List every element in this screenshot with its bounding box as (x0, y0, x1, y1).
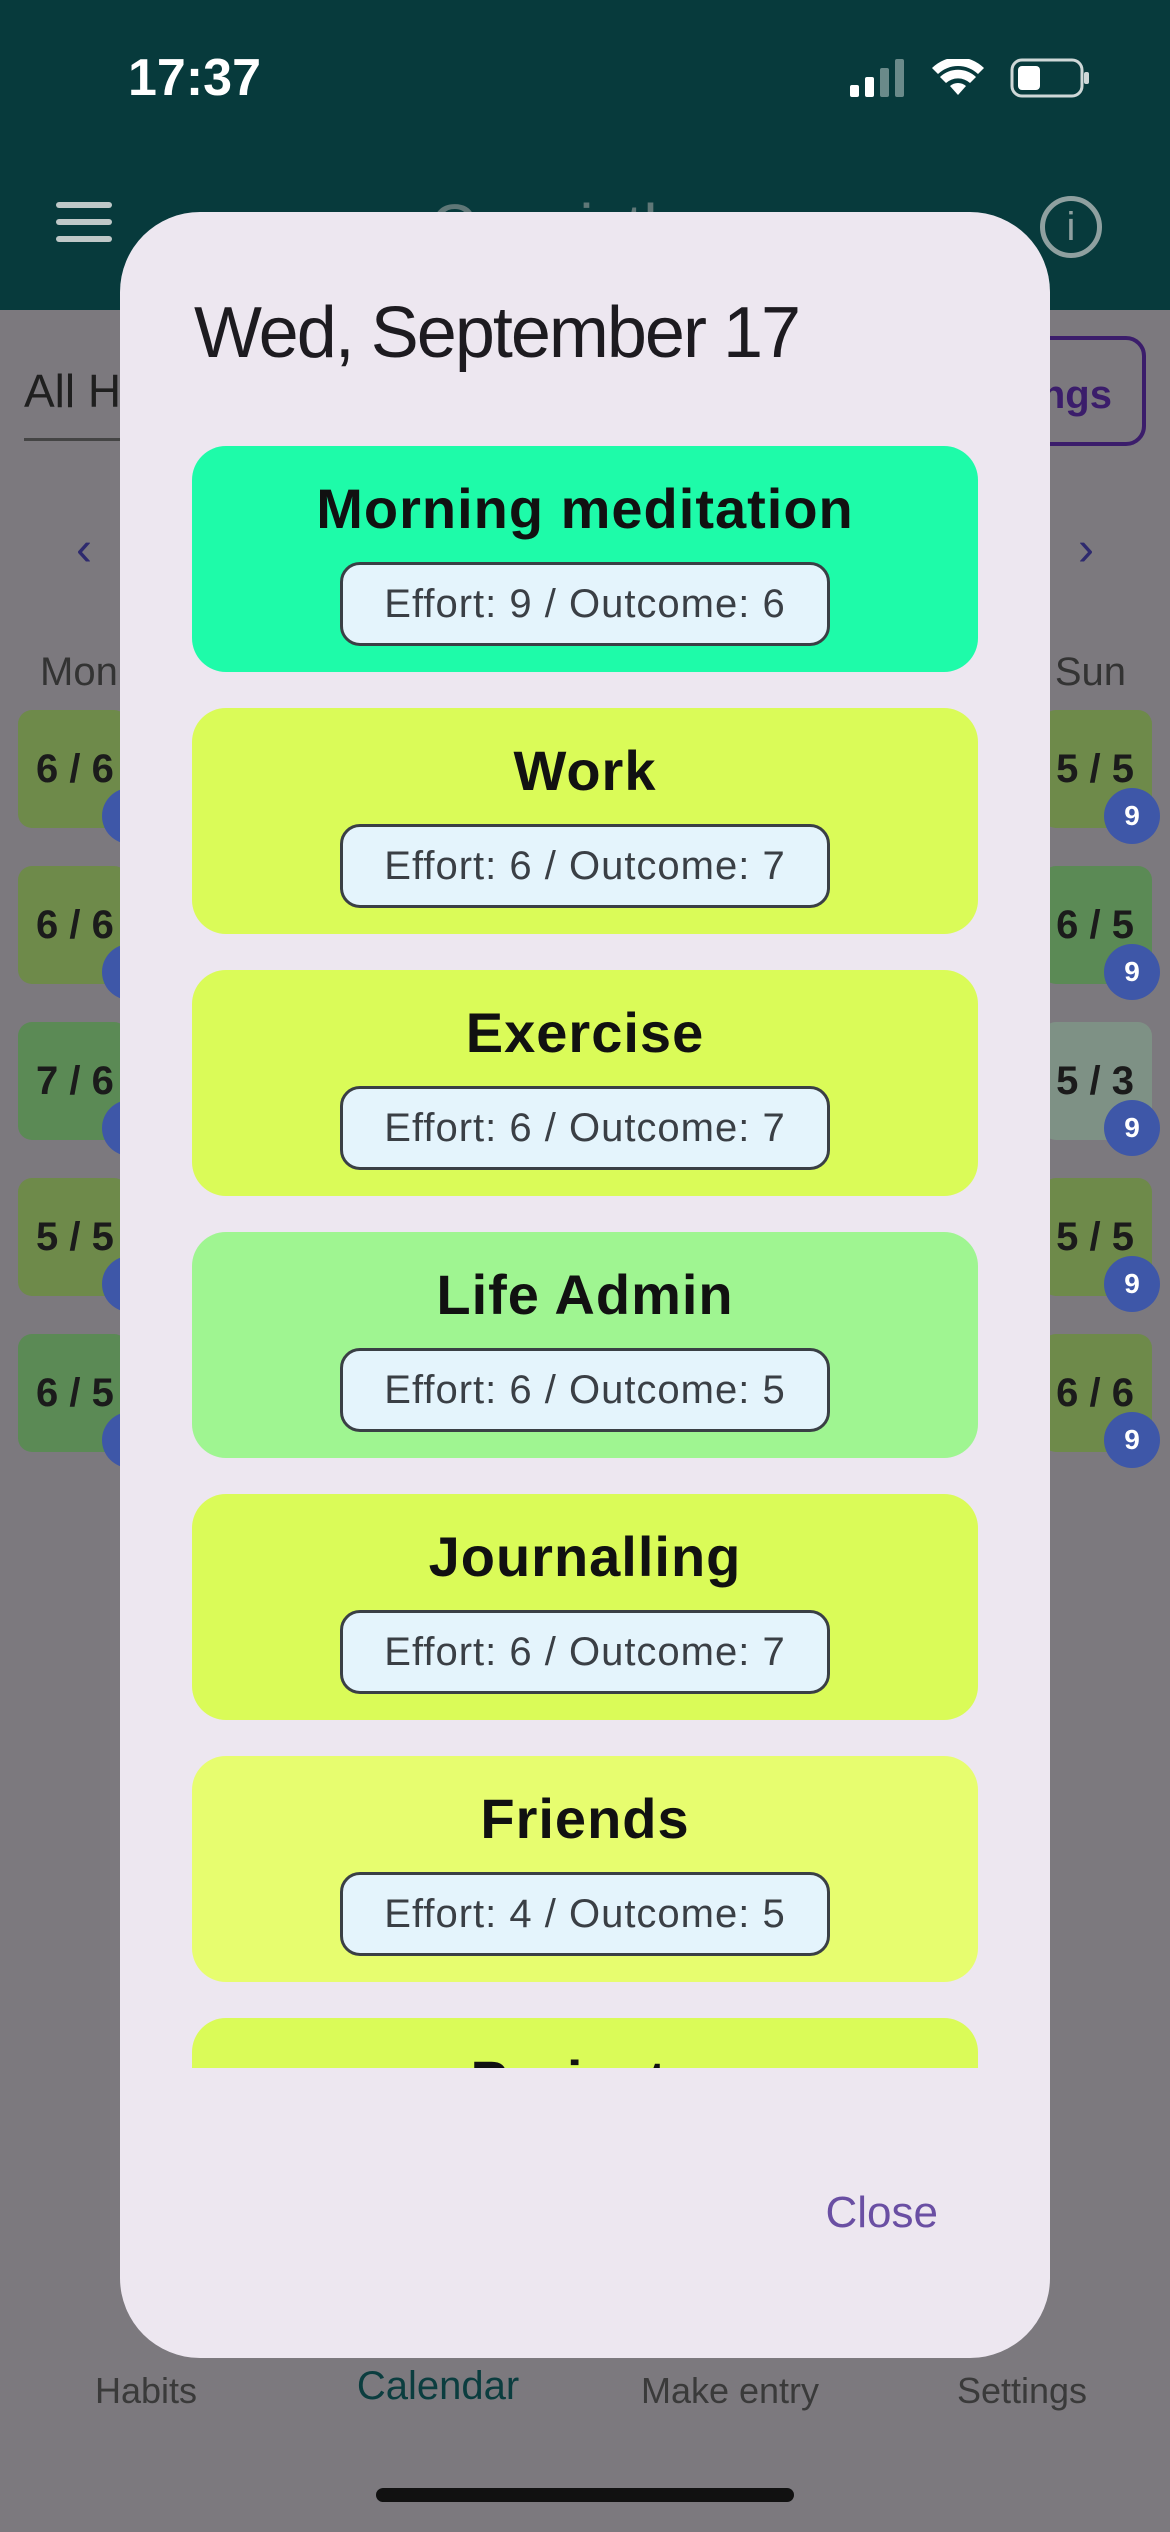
effort-outcome-chip: Effort: 6 / Outcome: 7 (340, 1086, 830, 1170)
habit-filter-dropdown[interactable]: All H (24, 364, 121, 418)
day-header-mon: Mon (40, 650, 118, 694)
habit-card[interactable]: Morning meditation Effort: 9 / Outcome: 6 (192, 446, 978, 672)
habit-name: Friends (480, 1787, 690, 1850)
day-header-sun: Sun (1054, 650, 1126, 694)
habit-card[interactable]: Friends Effort: 4 / Outcome: 5 (192, 1756, 978, 1982)
effort-outcome-chip: Effort: 6 / Outcome: 7 (340, 824, 830, 908)
habit-list[interactable]: Morning meditation Effort: 9 / Outcome: 6… (192, 446, 978, 2068)
battery-icon (1010, 58, 1089, 98)
tab-settings[interactable]: Settings (876, 2370, 1168, 2412)
effort-outcome-chip: Effort: 9 / Outcome: 6 (340, 562, 830, 646)
close-button[interactable]: Close (826, 2188, 939, 2238)
wifi-icon (932, 59, 984, 95)
status-bar: 17:37 (0, 0, 1170, 150)
count-badge: 9 (1104, 1100, 1160, 1156)
tab-make-entry[interactable]: Make entry (584, 2370, 876, 2412)
count-badge: 9 (1104, 1412, 1160, 1468)
chevron-left-icon[interactable]: ‹ (76, 522, 92, 577)
info-icon[interactable]: i (1040, 196, 1102, 258)
count-badge: 9 (1104, 1256, 1160, 1312)
habit-name: Work (513, 739, 657, 802)
habit-card[interactable]: Journalling Effort: 6 / Outcome: 7 (192, 1494, 978, 1720)
day-detail-dialog: Wed, September 17 Morning meditation Effo… (120, 212, 1050, 2358)
chevron-right-icon[interactable]: › (1078, 522, 1094, 577)
habit-name: Journalling (428, 1525, 742, 1588)
habit-name: Projects (192, 2048, 978, 2068)
signal-icon (850, 59, 904, 97)
status-time: 17:37 (128, 49, 261, 107)
effort-outcome-chip: Effort: 6 / Outcome: 7 (340, 1610, 830, 1694)
habit-name: Morning meditation (316, 477, 854, 540)
status-icons (850, 58, 1090, 98)
count-badge: 9 (1104, 788, 1160, 844)
tab-calendar[interactable]: Calendar (292, 2364, 584, 2409)
habit-card[interactable]: Work Effort: 6 / Outcome: 7 (192, 708, 978, 934)
tab-habits[interactable]: Habits (0, 2370, 292, 2412)
effort-outcome-chip: Effort: 6 / Outcome: 5 (340, 1348, 830, 1432)
habit-card[interactable]: Projects (192, 2018, 978, 2068)
count-badge: 9 (1104, 944, 1160, 1000)
habit-card[interactable]: Life Admin Effort: 6 / Outcome: 5 (192, 1232, 978, 1458)
habit-name: Life Admin (436, 1263, 734, 1326)
habit-card[interactable]: Exercise Effort: 6 / Outcome: 7 (192, 970, 978, 1196)
hamburger-menu-icon[interactable] (56, 202, 112, 246)
dialog-title: Wed, September 17 (194, 293, 801, 373)
effort-outcome-chip: Effort: 4 / Outcome: 5 (340, 1872, 830, 1956)
habit-name: Exercise (465, 1001, 705, 1064)
home-indicator (376, 2488, 794, 2502)
